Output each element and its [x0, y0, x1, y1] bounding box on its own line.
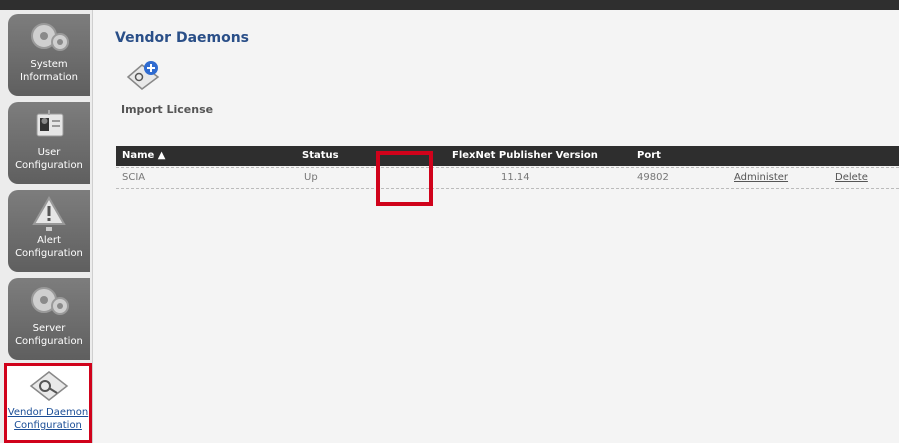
table-row: SCIA Up 11.14 49802 Administer Delete [116, 167, 899, 189]
status-highlight-box [376, 151, 433, 206]
top-bar [0, 0, 899, 10]
sidebar-item-label: Alert Configuration [15, 235, 83, 259]
column-header-name[interactable]: Name ▲ [122, 150, 166, 161]
gears-icon [31, 23, 69, 51]
sidebar-item-label: Server Configuration [15, 323, 83, 347]
sidebar-item-user-configuration[interactable]: User Configuration [8, 102, 90, 184]
sidebar-item-server-configuration[interactable]: Server Configuration [8, 278, 90, 360]
warning-icon [32, 195, 66, 231]
delete-link[interactable]: Delete [835, 172, 868, 183]
column-header-version[interactable]: FlexNet Publisher Version [452, 150, 598, 161]
sidebar-item-label: User Configuration [15, 147, 83, 171]
cell-port: 49802 [637, 172, 669, 183]
sidebar-item-alert-configuration[interactable]: Alert Configuration [8, 190, 90, 272]
sidebar: System Information User Configuration Al… [0, 10, 93, 443]
page-title: Vendor Daemons [115, 30, 250, 46]
main-content: Vendor Daemons Import License Name ▲ Sta… [93, 10, 899, 443]
administer-link[interactable]: Administer [734, 172, 788, 183]
cell-status: Up [304, 172, 318, 183]
column-header-port[interactable]: Port [637, 150, 661, 161]
import-license-label[interactable]: Import License [121, 103, 213, 116]
column-header-status[interactable]: Status [302, 150, 339, 161]
id-card-icon [36, 110, 64, 137]
gears-icon [31, 287, 69, 315]
cell-name: SCIA [122, 172, 146, 183]
license-key-icon [29, 371, 69, 401]
sidebar-item-vendor-daemon-configuration[interactable]: Vendor Daemon Configuration [4, 363, 92, 443]
cell-version: 11.14 [501, 172, 530, 183]
sidebar-item-label: System Information [20, 59, 78, 83]
table-header: Name ▲ Status FlexNet Publisher Version … [116, 146, 899, 166]
import-license-button[interactable] [126, 57, 162, 97]
sidebar-item-label: Vendor Daemon Configuration [7, 407, 89, 431]
sidebar-item-system-information[interactable]: System Information [8, 14, 90, 96]
import-license-icon [126, 61, 160, 90]
